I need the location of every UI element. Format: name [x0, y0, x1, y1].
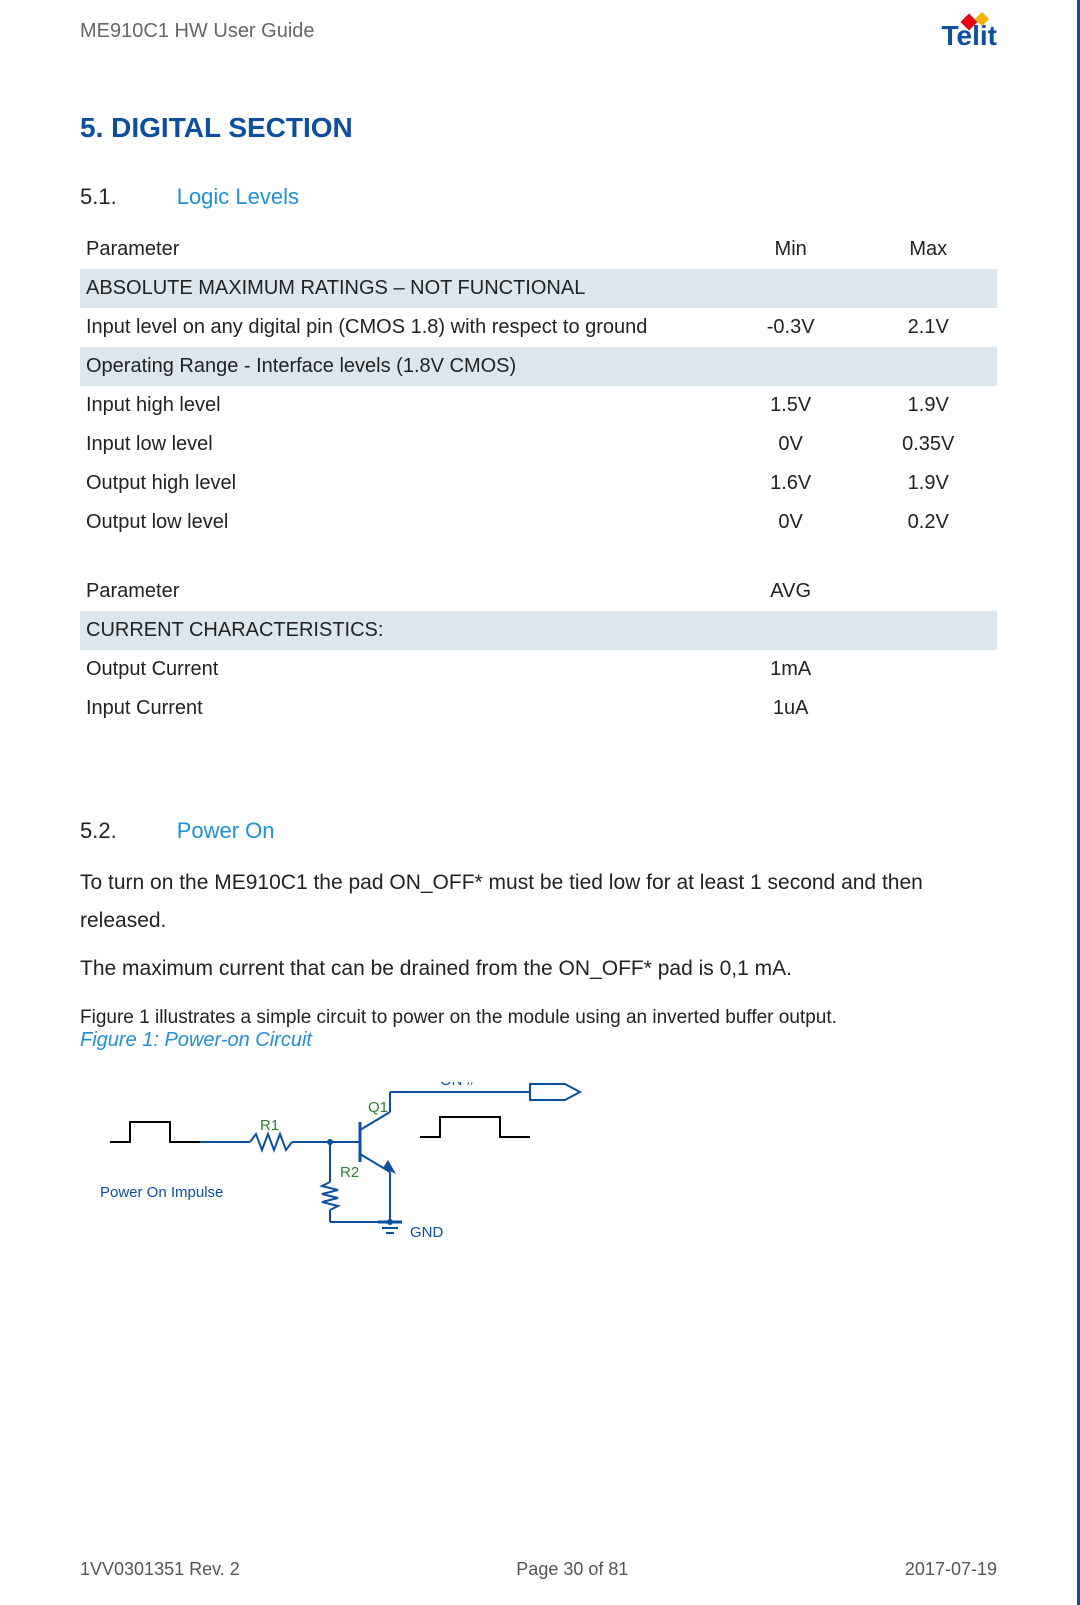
- page-footer: 1VV0301351 Rev. 2 Page 30 of 81 2017-07-…: [80, 1559, 997, 1580]
- table-row: Output low level 0V 0.2V: [80, 503, 997, 542]
- circuit-label-on: ON #: [440, 1082, 476, 1089]
- table-row: Input level on any digital pin (CMOS 1.8…: [80, 308, 997, 347]
- circuit-label-r1: R1: [260, 1117, 279, 1134]
- section-heading: 5. DIGITAL SECTION: [80, 112, 997, 144]
- circuit-label-power-on: Power On Impulse: [100, 1184, 223, 1201]
- table-row: Input Current 1uA: [80, 689, 997, 728]
- table-header: Parameter: [80, 572, 722, 611]
- doc-title: ME910C1 HW User Guide: [80, 20, 315, 43]
- table-row: Output high level 1.6V 1.9V: [80, 464, 997, 503]
- table-row: Input low level 0V 0.35V: [80, 425, 997, 464]
- circuit-label-q1: Q1: [368, 1099, 388, 1116]
- table-subheader: ABSOLUTE MAXIMUM RATINGS – NOT FUNCTIONA…: [80, 269, 997, 308]
- page-header: ME910C1 HW User Guide Telit: [80, 20, 997, 52]
- subsection-title: Power On: [177, 818, 275, 844]
- subsection-title: Logic Levels: [177, 184, 299, 210]
- table-header: Parameter: [80, 230, 722, 269]
- subsection-heading: 5.1. Logic Levels: [80, 184, 997, 210]
- figure-caption: Figure 1: Power-on Circuit: [80, 1029, 997, 1052]
- footer-date: 2017-07-19: [905, 1559, 997, 1580]
- table-subheader: CURRENT CHARACTERISTICS:: [80, 611, 997, 650]
- body-paragraph: To turn on the ME910C1 the pad ON_OFF* m…: [80, 864, 997, 940]
- body-paragraph: The maximum current that can be drained …: [80, 950, 997, 988]
- table-subheader: Operating Range - Interface levels (1.8V…: [80, 347, 997, 386]
- circuit-label-r2: R2: [340, 1164, 359, 1181]
- subsection-number: 5.2.: [80, 818, 117, 844]
- table-header: AVG: [722, 572, 860, 611]
- logic-levels-table: Parameter Min Max ABSOLUTE MAXIMUM RATIN…: [80, 230, 997, 542]
- table-header: Min: [722, 230, 860, 269]
- subsection-number: 5.1.: [80, 184, 117, 210]
- telit-logo: Telit: [942, 20, 997, 52]
- current-characteristics-table: Parameter AVG CURRENT CHARACTERISTICS: O…: [80, 572, 997, 728]
- table-row: Input high level 1.5V 1.9V: [80, 386, 997, 425]
- table-header: Max: [859, 230, 997, 269]
- footer-doc-id: 1VV0301351 Rev. 2: [80, 1559, 240, 1580]
- figure-intro: Figure 1 illustrates a simple circuit to…: [80, 1007, 997, 1029]
- power-on-circuit-diagram: Power On Impulse R1 Q1 ON #: [100, 1082, 997, 1267]
- table-row: Output Current 1mA: [80, 650, 997, 689]
- subsection-heading: 5.2. Power On: [80, 818, 997, 844]
- footer-page-number: Page 30 of 81: [516, 1559, 628, 1580]
- circuit-label-gnd: GND: [410, 1224, 444, 1241]
